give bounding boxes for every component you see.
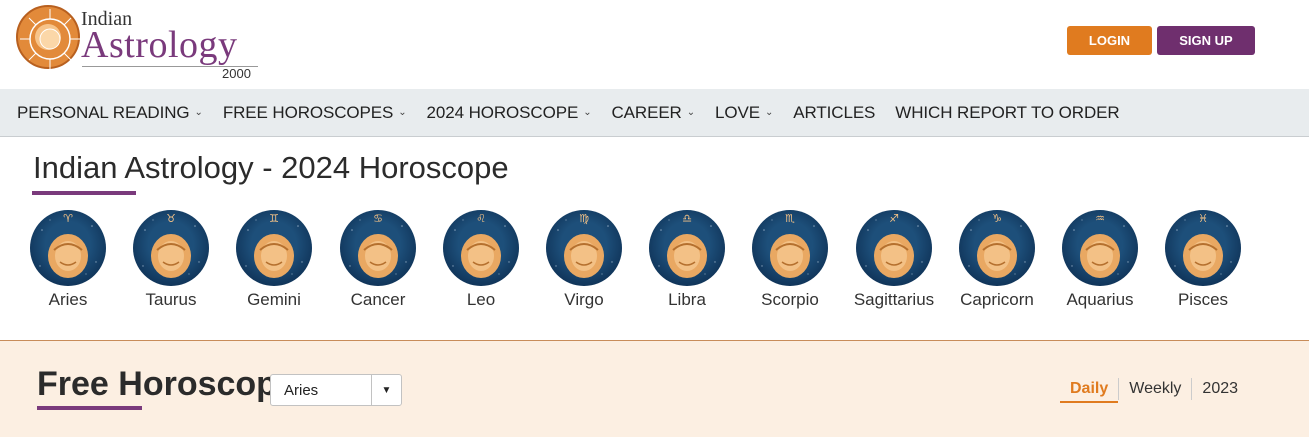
zodiac-sign-taurus[interactable]: ♉ Taurus	[121, 210, 221, 310]
zodiac-sign-label: Aquarius	[1066, 290, 1134, 309]
sign-select[interactable]: Aries ▼	[270, 374, 402, 406]
tab-2023[interactable]: 2023	[1192, 377, 1248, 401]
zodiac-sign-label: Capricorn	[960, 290, 1034, 309]
tab-daily[interactable]: Daily	[1060, 377, 1119, 403]
zodiac-glyph: ♉	[166, 212, 176, 225]
nav-item-free-horoscopes[interactable]: FREE HOROSCOPES ⌄	[223, 103, 407, 123]
zodiac-glyph: ♎	[682, 212, 692, 225]
zodiac-sign-label: Sagittarius	[853, 290, 935, 309]
free-horoscope-title: Free Horoscope	[37, 365, 296, 403]
site-header: Indian Astrology 2000 LOGIN SIGN UP	[0, 0, 1309, 89]
zodiac-sign-virgo[interactable]: ♍ Virgo	[534, 210, 634, 310]
nav-item-which-report[interactable]: WHICH REPORT TO ORDER	[895, 103, 1119, 123]
zodiac-sign-aquarius[interactable]: ♒ Aquarius	[1050, 210, 1150, 310]
zodiac-glyph: ♓	[1198, 212, 1208, 225]
zodiac-glyph: ♈	[63, 212, 73, 225]
zodiac-sign-sagittarius[interactable]: ♐ Sagittarius	[844, 210, 944, 310]
login-button[interactable]: LOGIN	[1067, 26, 1152, 55]
period-tabs: Daily Weekly 2023	[1060, 376, 1248, 403]
zodiac-sign-label: Virgo	[564, 290, 604, 309]
libra-icon: ♎	[649, 210, 725, 286]
free-horoscope-section: Free Horoscope Aries ▼ Daily Weekly 2023	[0, 340, 1309, 437]
chevron-down-icon: ⌄	[398, 107, 407, 118]
logo-text-astrology: Astrology	[81, 24, 238, 66]
aquarius-icon: ♒	[1062, 210, 1138, 286]
nav-item-label: WHICH REPORT TO ORDER	[895, 102, 1120, 122]
zodiac-sign-grid: ♈ Aries ♉ Taurus ♊ Gemini ♋ Cancer ♌ Leo ♍ Virgo ♎ Li…	[27, 210, 1257, 320]
zodiac-sign-label: Aries	[48, 290, 88, 309]
signup-button[interactable]: SIGN UP	[1157, 26, 1255, 55]
nav-item-label: 2024 HOROSCOPE	[426, 102, 579, 122]
zodiac-sign-label: Libra	[668, 290, 706, 309]
nav-item-career[interactable]: CAREER ⌄	[611, 103, 695, 123]
site-logo[interactable]: Indian Astrology 2000	[14, 4, 264, 84]
zodiac-glyph: ♑	[992, 212, 1002, 225]
chevron-down-icon: ⌄	[583, 107, 592, 118]
zodiac-glyph: ♊	[269, 212, 279, 225]
zodiac-sign-label: Cancer	[350, 290, 406, 309]
logo-year: 2000	[222, 66, 251, 81]
gemini-icon: ♊	[236, 210, 312, 286]
cancer-icon: ♋	[340, 210, 416, 286]
chevron-down-icon: ⌄	[194, 107, 203, 118]
zodiac-sign-label: Leo	[466, 290, 496, 309]
zodiac-sign-cancer[interactable]: ♋ Cancer	[328, 210, 428, 310]
chevron-down-icon: ⌄	[686, 107, 696, 118]
zodiac-sign-gemini[interactable]: ♊ Gemini	[224, 210, 324, 310]
zodiac-glyph: ♐	[889, 212, 899, 225]
zodiac-sign-pisces[interactable]: ♓ Pisces	[1153, 210, 1253, 310]
sagittarius-icon: ♐	[856, 210, 932, 286]
zodiac-glyph: ♋	[373, 212, 383, 225]
zodiac-glyph: ♌	[476, 212, 486, 225]
nav-item-label: PERSONAL READING	[17, 102, 190, 122]
page-title: Indian Astrology - 2024 Horoscope	[33, 150, 509, 185]
nav-item-label: CAREER	[611, 102, 682, 122]
zodiac-wheel-icon	[16, 5, 80, 69]
zodiac-sign-label: Pisces	[1177, 290, 1229, 309]
zodiac-sign-label: Gemini	[247, 290, 301, 309]
zodiac-sign-label: Scorpio	[761, 290, 819, 309]
capricorn-icon: ♑	[959, 210, 1035, 286]
nav-item-love[interactable]: LOVE ⌄	[715, 103, 773, 123]
virgo-icon: ♍	[546, 210, 622, 286]
aries-icon: ♈	[30, 210, 106, 286]
leo-icon: ♌	[443, 210, 519, 286]
sign-select-value: Aries	[284, 381, 319, 399]
main-nav: PERSONAL READING ⌄ FREE HOROSCOPES ⌄ 202…	[0, 89, 1309, 137]
zodiac-sign-scorpio[interactable]: ♏ Scorpio	[740, 210, 840, 310]
nav-item-label: FREE HOROSCOPES	[222, 102, 394, 122]
nav-item-label: LOVE	[715, 102, 760, 122]
pisces-icon: ♓	[1165, 210, 1241, 286]
scorpio-icon: ♏	[752, 210, 828, 286]
zodiac-sign-leo[interactable]: ♌ Leo	[431, 210, 531, 310]
nav-item-articles[interactable]: ARTICLES	[793, 103, 875, 123]
nav-item-personal-reading[interactable]: PERSONAL READING ⌄	[17, 103, 203, 123]
nav-item-2024-horoscope[interactable]: 2024 HOROSCOPE ⌄	[427, 103, 592, 123]
free-horoscope-underline	[37, 406, 142, 410]
caret-down-icon: ▼	[371, 375, 401, 405]
zodiac-sign-label: Taurus	[145, 290, 197, 309]
zodiac-glyph: ♏	[785, 212, 795, 225]
nav-item-label: ARTICLES	[793, 102, 876, 122]
taurus-icon: ♉	[133, 210, 209, 286]
zodiac-glyph: ♒	[1095, 212, 1105, 225]
zodiac-sign-aries[interactable]: ♈ Aries	[18, 210, 118, 310]
title-underline	[32, 191, 136, 195]
zodiac-sign-capricorn[interactable]: ♑ Capricorn	[947, 210, 1047, 310]
zodiac-glyph: ♍	[579, 212, 589, 225]
chevron-down-icon: ⌄	[764, 107, 774, 118]
tab-weekly[interactable]: Weekly	[1119, 377, 1191, 401]
zodiac-sign-libra[interactable]: ♎ Libra	[637, 210, 737, 310]
